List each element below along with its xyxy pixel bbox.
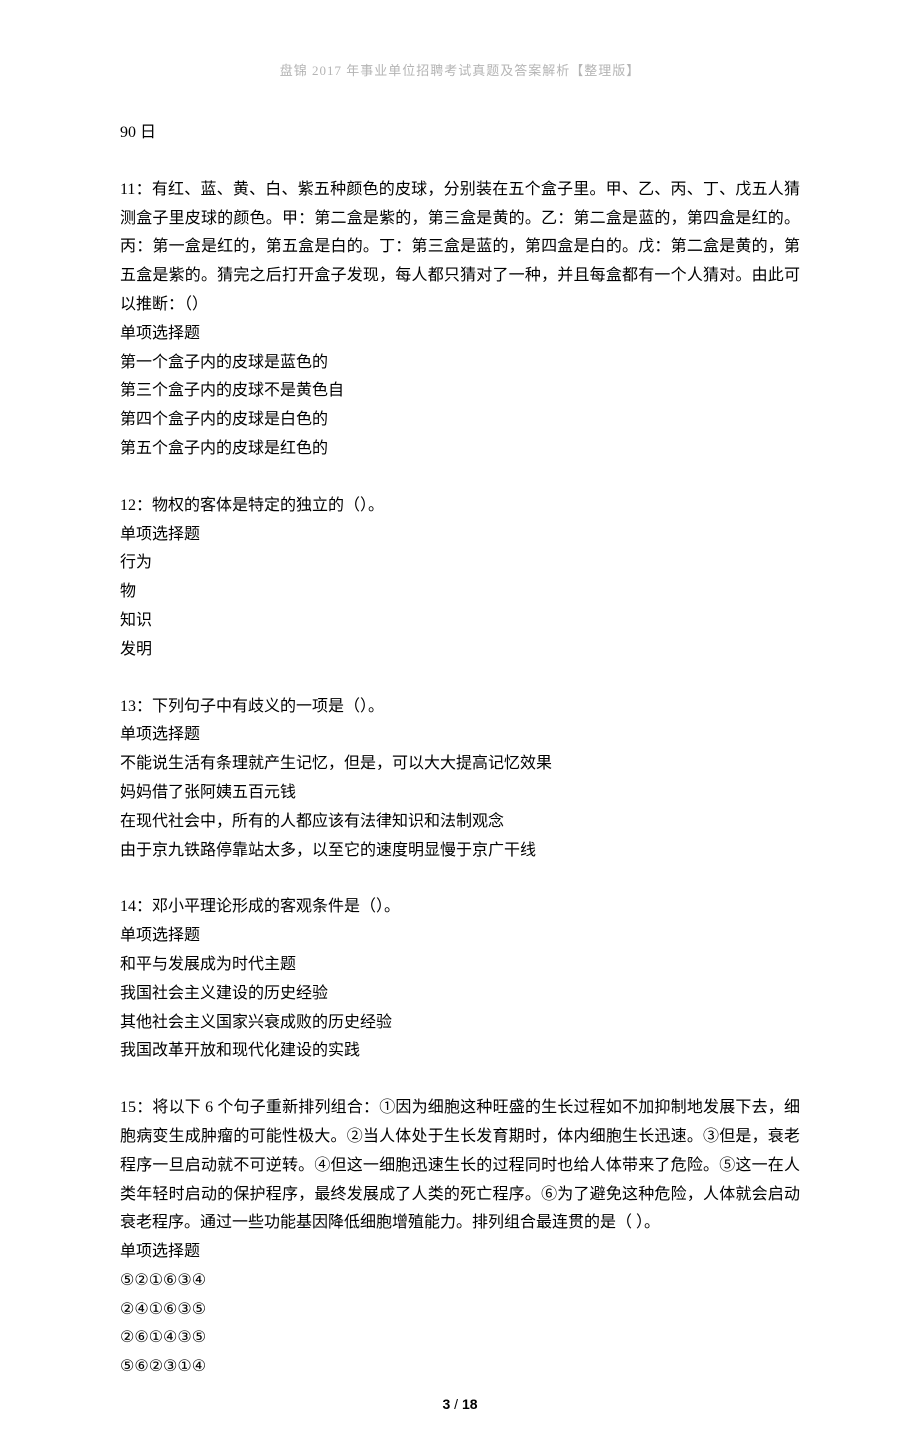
option: 物: [120, 578, 800, 607]
question-stem: 13：下列句子中有歧义的一项是（）。: [120, 693, 800, 722]
option: 第三个盒子内的皮球不是黄色自: [120, 377, 800, 406]
option: ②⑥①④③⑤: [120, 1324, 800, 1353]
question-12: 12：物权的客体是特定的独立的（）。 单项选择题 行为 物 知识 发明: [120, 492, 800, 665]
question-stem: 12：物权的客体是特定的独立的（）。: [120, 492, 800, 521]
page-total: 18: [462, 1396, 478, 1412]
page-header: 盘锦 2017 年事业单位招聘考试真题及答案解析【整理版】: [120, 60, 800, 79]
question-11: 11：有红、蓝、黄、白、紫五种颜色的皮球，分别装在五个盒子里。甲、乙、丙、丁、戊…: [120, 176, 800, 464]
question-type: 单项选择题: [120, 721, 800, 750]
option: 行为: [120, 549, 800, 578]
option: 在现代社会中，所有的人都应该有法律知识和法制观念: [120, 808, 800, 837]
option: 知识: [120, 607, 800, 636]
question-15: 15：将以下 6 个句子重新排列组合：①因为细胞这种旺盛的生长过程如不加抑制地发…: [120, 1094, 800, 1382]
page: 盘锦 2017 年事业单位招聘考试真题及答案解析【整理版】 90 日 11：有红…: [0, 0, 920, 1450]
option: 其他社会主义国家兴衰成败的历史经验: [120, 1009, 800, 1038]
option: 我国社会主义建设的历史经验: [120, 980, 800, 1009]
option: 和平与发展成为时代主题: [120, 951, 800, 980]
content-body: 90 日 11：有红、蓝、黄、白、紫五种颜色的皮球，分别装在五个盒子里。甲、乙、…: [120, 119, 800, 1382]
question-stem: 15：将以下 6 个句子重新排列组合：①因为细胞这种旺盛的生长过程如不加抑制地发…: [120, 1094, 800, 1238]
option: 发明: [120, 636, 800, 665]
text-line: 90 日: [120, 119, 800, 148]
continuation-line: 90 日: [120, 119, 800, 148]
question-stem: 11：有红、蓝、黄、白、紫五种颜色的皮球，分别装在五个盒子里。甲、乙、丙、丁、戊…: [120, 176, 800, 320]
option: ②④①⑥③⑤: [120, 1296, 800, 1325]
option: 由于京九铁路停靠站太多，以至它的速度明显慢于京广干线: [120, 837, 800, 866]
question-13: 13：下列句子中有歧义的一项是（）。 单项选择题 不能说生活有条理就产生记忆，但…: [120, 693, 800, 866]
option: 第五个盒子内的皮球是红色的: [120, 435, 800, 464]
option: ⑤⑥②③①④: [120, 1353, 800, 1382]
question-stem: 14：邓小平理论形成的客观条件是（）。: [120, 893, 800, 922]
question-type: 单项选择题: [120, 521, 800, 550]
option: 第四个盒子内的皮球是白色的: [120, 406, 800, 435]
option: 第一个盒子内的皮球是蓝色的: [120, 349, 800, 378]
page-number: 3: [442, 1396, 450, 1412]
question-type: 单项选择题: [120, 922, 800, 951]
option: 不能说生活有条理就产生记忆，但是，可以大大提高记忆效果: [120, 750, 800, 779]
question-type: 单项选择题: [120, 320, 800, 349]
option: ⑤②①⑥③④: [120, 1267, 800, 1296]
question-14: 14：邓小平理论形成的客观条件是（）。 单项选择题 和平与发展成为时代主题 我国…: [120, 893, 800, 1066]
page-footer: 3 / 18: [0, 1396, 920, 1412]
option: 我国改革开放和现代化建设的实践: [120, 1037, 800, 1066]
option: 妈妈借了张阿姨五百元钱: [120, 779, 800, 808]
question-type: 单项选择题: [120, 1238, 800, 1267]
page-sep: /: [454, 1396, 462, 1412]
